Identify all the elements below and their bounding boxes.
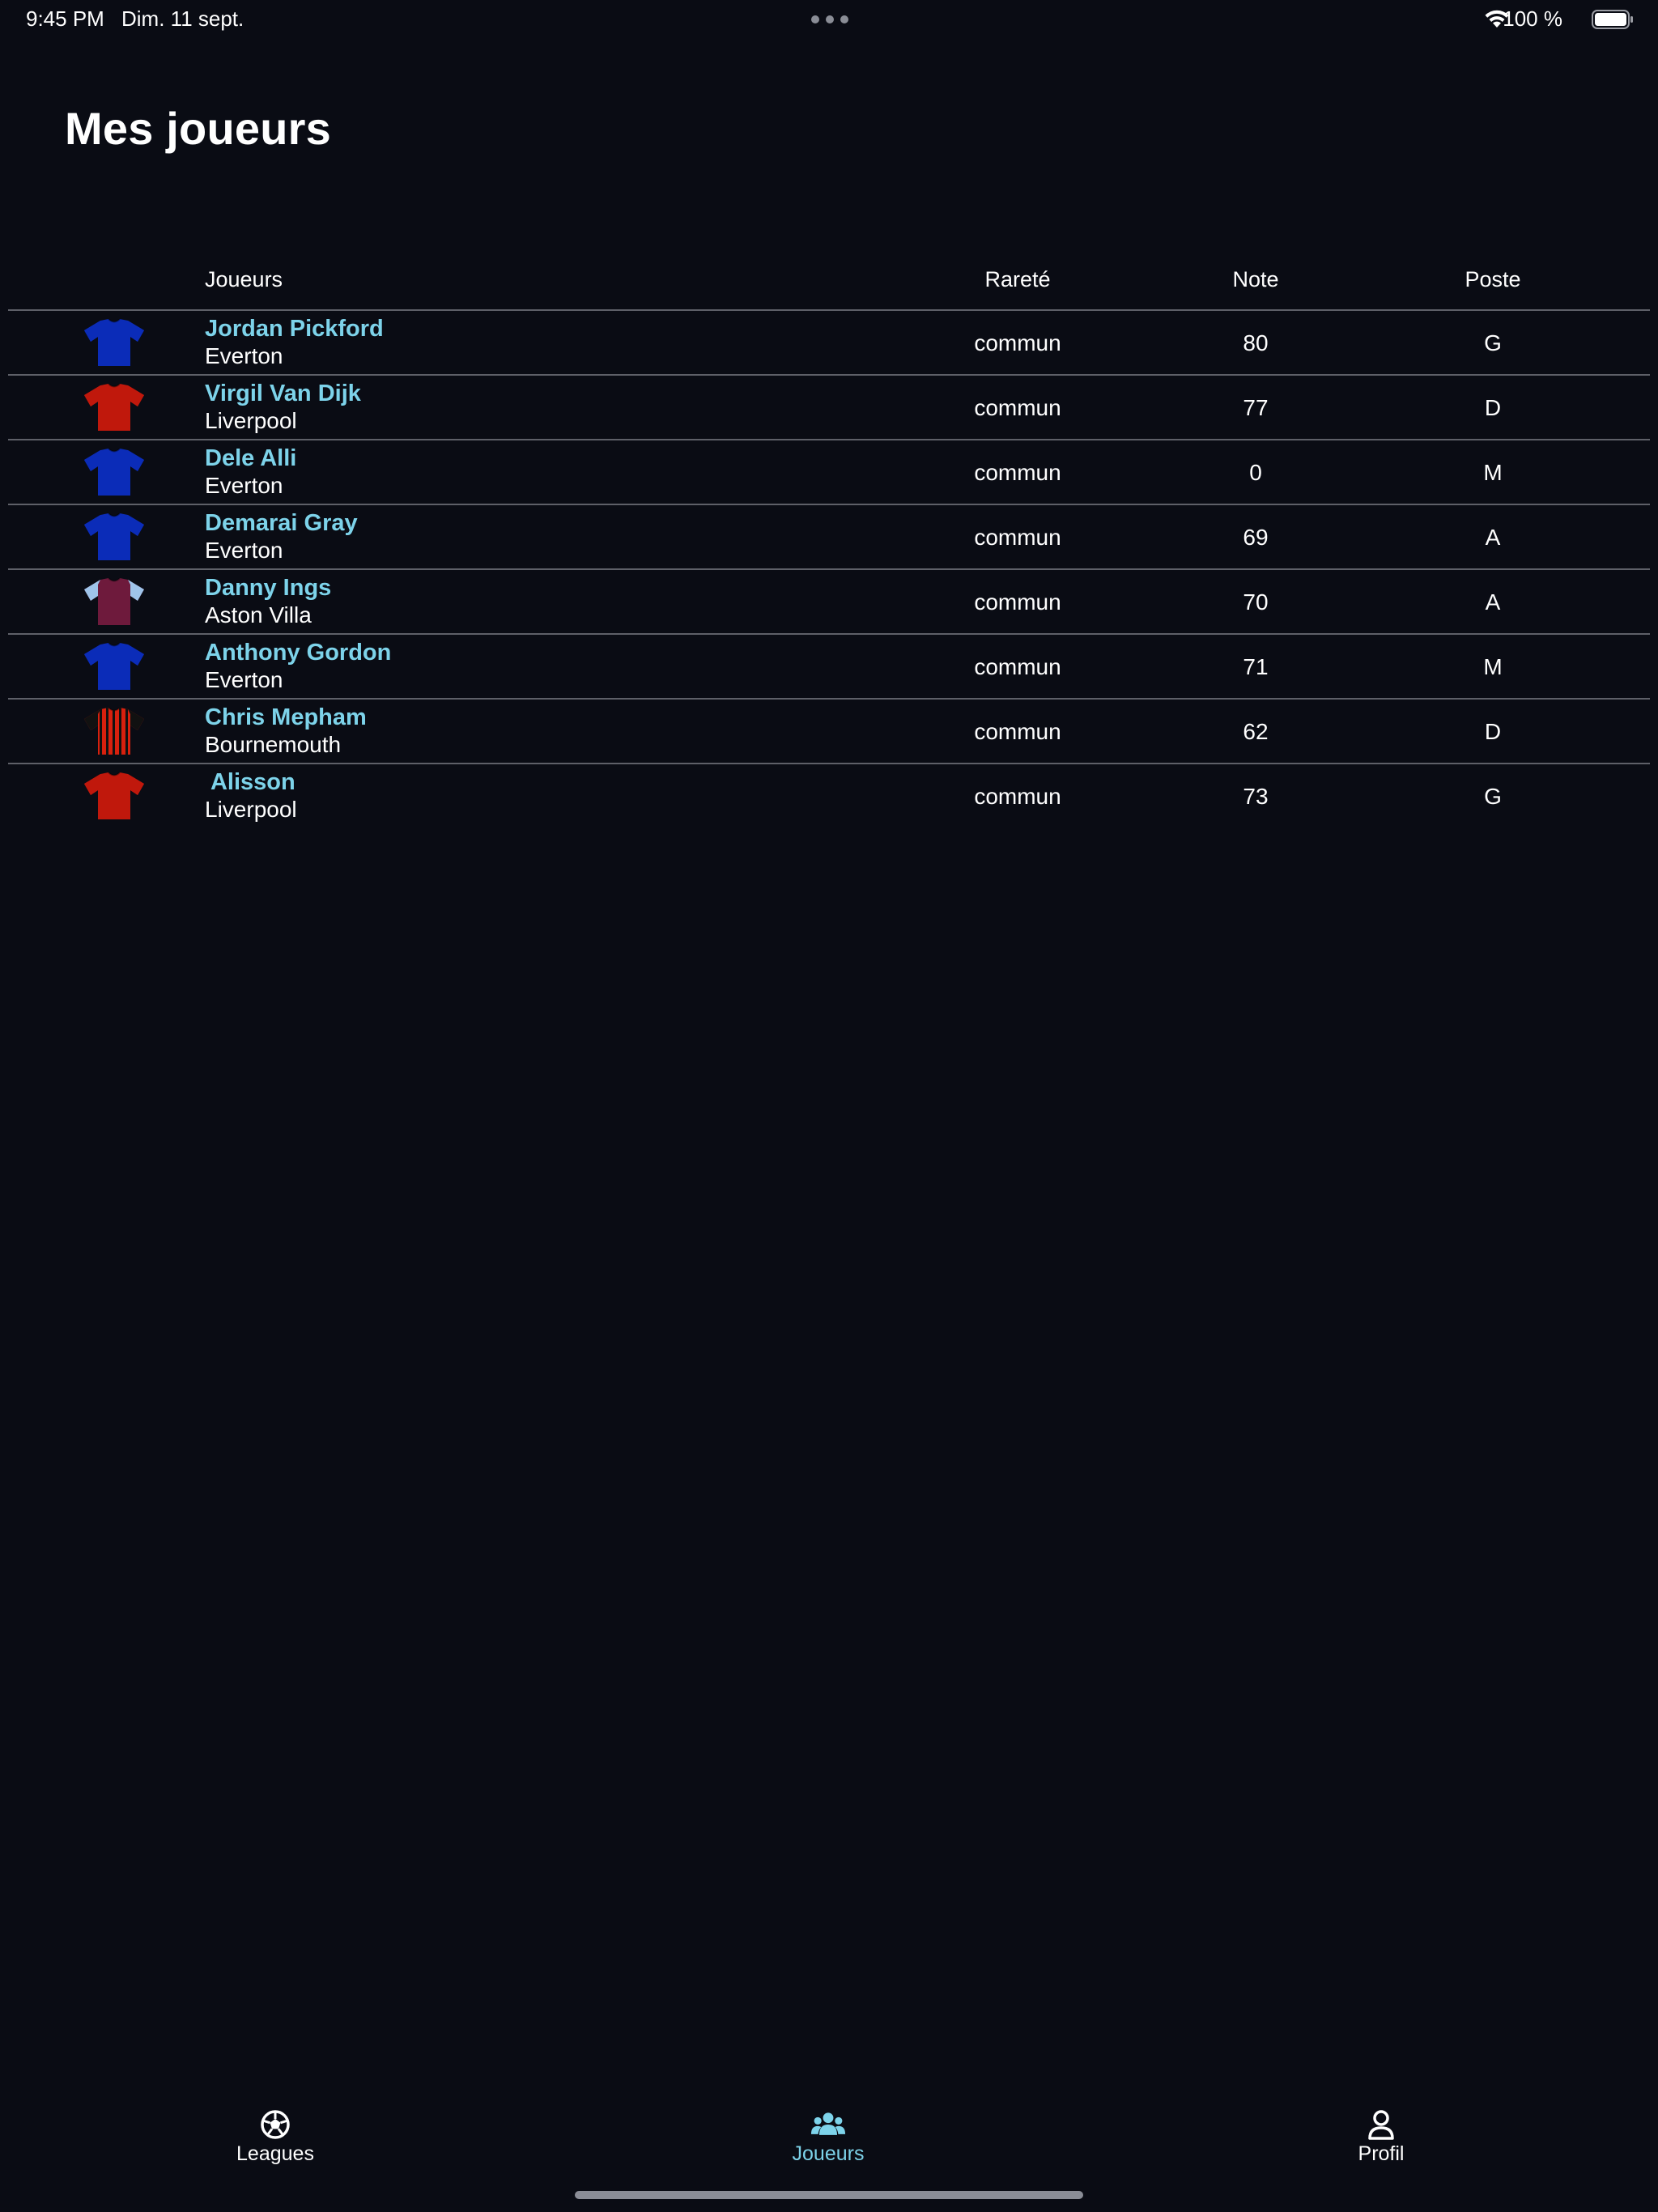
table-row[interactable]: Dele Alli Everton commun 0 M xyxy=(8,440,1650,505)
rarity-cell: commun xyxy=(974,719,1061,744)
player-name: Jordan Pickford xyxy=(205,316,384,342)
tab-bar: Leagues Joueurs Profil xyxy=(0,2089,1658,2178)
position-cell: A xyxy=(1485,525,1501,550)
status-time: 9:45 PM xyxy=(26,6,104,31)
note-cell: 73 xyxy=(1243,784,1269,809)
table-row[interactable]: Jordan Pickford Everton commun 80 G xyxy=(8,311,1650,376)
jersey-icon xyxy=(79,578,149,627)
jersey-icon xyxy=(79,513,149,562)
player-name: Danny Ings xyxy=(205,575,332,601)
rarity-cell: commun xyxy=(974,589,1061,615)
rarity-cell: commun xyxy=(974,330,1061,355)
rarity-cell: commun xyxy=(974,460,1061,485)
header-rarity: Rareté xyxy=(984,267,1051,291)
status-bar: 9:45 PM Dim. 11 sept. 100 % xyxy=(0,0,1658,40)
player-name: Virgil Van Dijk xyxy=(205,381,361,406)
player-club: Everton xyxy=(205,667,283,692)
table-row[interactable]: Alisson Liverpool commun 73 G xyxy=(8,764,1650,829)
tab-profil-label: Profil xyxy=(1358,2142,1405,2165)
app-screen: 9:45 PM Dim. 11 sept. 100 % Mes joueurs … xyxy=(0,0,1658,2212)
position-cell: G xyxy=(1484,784,1502,809)
note-cell: 0 xyxy=(1249,460,1262,485)
player-club: Everton xyxy=(205,538,283,563)
player-name: Dele Alli xyxy=(205,445,297,471)
status-date: Dim. 11 sept. xyxy=(121,6,244,31)
table-header: Joueurs Rareté Note Poste xyxy=(8,259,1650,311)
jersey-icon xyxy=(79,708,149,756)
rarity-cell: commun xyxy=(974,784,1061,809)
table-row[interactable]: Demarai Gray Everton commun 69 A xyxy=(8,505,1650,570)
player-club: Liverpool xyxy=(205,408,297,433)
battery-full-icon xyxy=(1592,10,1633,29)
note-cell: 71 xyxy=(1243,654,1269,679)
table-body: Jordan Pickford Everton commun 80 G Virgil Va… xyxy=(8,311,1650,829)
position-cell: M xyxy=(1483,654,1503,679)
tab-profil[interactable]: Profil xyxy=(1300,2108,1462,2173)
note-cell: 70 xyxy=(1243,589,1269,615)
note-cell: 80 xyxy=(1243,330,1269,355)
multitasking-dots-icon[interactable] xyxy=(811,15,848,23)
note-cell: 77 xyxy=(1243,395,1269,420)
page-title: Mes joueurs xyxy=(65,103,331,154)
position-cell: G xyxy=(1484,330,1502,355)
position-cell: M xyxy=(1483,460,1503,485)
player-name: Anthony Gordon xyxy=(205,640,392,666)
player-name: Chris Mepham xyxy=(205,704,367,730)
player-club: Bournemouth xyxy=(205,732,342,757)
player-club: Liverpool xyxy=(205,797,297,822)
player-club: Everton xyxy=(205,343,283,368)
note-cell: 69 xyxy=(1243,525,1269,550)
jersey-icon xyxy=(79,384,149,432)
player-name: Demarai Gray xyxy=(205,510,358,536)
player-club: Aston Villa xyxy=(205,602,312,627)
person-icon xyxy=(1368,2110,1394,2140)
jersey-icon xyxy=(79,772,149,821)
position-cell: D xyxy=(1484,395,1502,420)
players-table: Joueurs Rareté Note Poste Jordan Pickfor… xyxy=(8,259,1650,829)
player-club: Everton xyxy=(205,473,283,498)
users-icon xyxy=(810,2112,846,2135)
battery-percentage: 100 % xyxy=(1503,6,1562,31)
header-players: Joueurs xyxy=(205,267,283,291)
position-cell: D xyxy=(1484,719,1502,744)
table-row[interactable]: Virgil Van Dijk Liverpool commun 77 D xyxy=(8,376,1650,440)
header-note: Note xyxy=(1232,267,1279,291)
rarity-cell: commun xyxy=(974,395,1061,420)
table-row[interactable]: Anthony Gordon Everton commun 71 M xyxy=(8,635,1650,700)
player-name: Alisson xyxy=(205,769,295,795)
tab-joueurs-label: Joueurs xyxy=(792,2142,865,2165)
table-row[interactable]: Danny Ings Aston Villa commun 70 A xyxy=(8,570,1650,635)
note-cell: 62 xyxy=(1243,719,1269,744)
rarity-cell: commun xyxy=(974,654,1061,679)
tab-leagues-label: Leagues xyxy=(236,2142,314,2165)
header-position: Poste xyxy=(1465,267,1521,291)
position-cell: A xyxy=(1485,589,1501,615)
rarity-cell: commun xyxy=(974,525,1061,550)
home-indicator[interactable] xyxy=(575,2191,1083,2199)
jersey-icon xyxy=(79,319,149,368)
status-indicators: 100 % xyxy=(1439,6,1634,34)
soccer-ball-icon xyxy=(261,2110,290,2139)
table-row[interactable]: Chris Mepham Bournemouth commun 62 D xyxy=(8,700,1650,764)
jersey-icon xyxy=(79,449,149,497)
jersey-icon xyxy=(79,643,149,691)
tab-joueurs[interactable]: Joueurs xyxy=(747,2108,909,2173)
tab-leagues[interactable]: Leagues xyxy=(194,2108,356,2173)
